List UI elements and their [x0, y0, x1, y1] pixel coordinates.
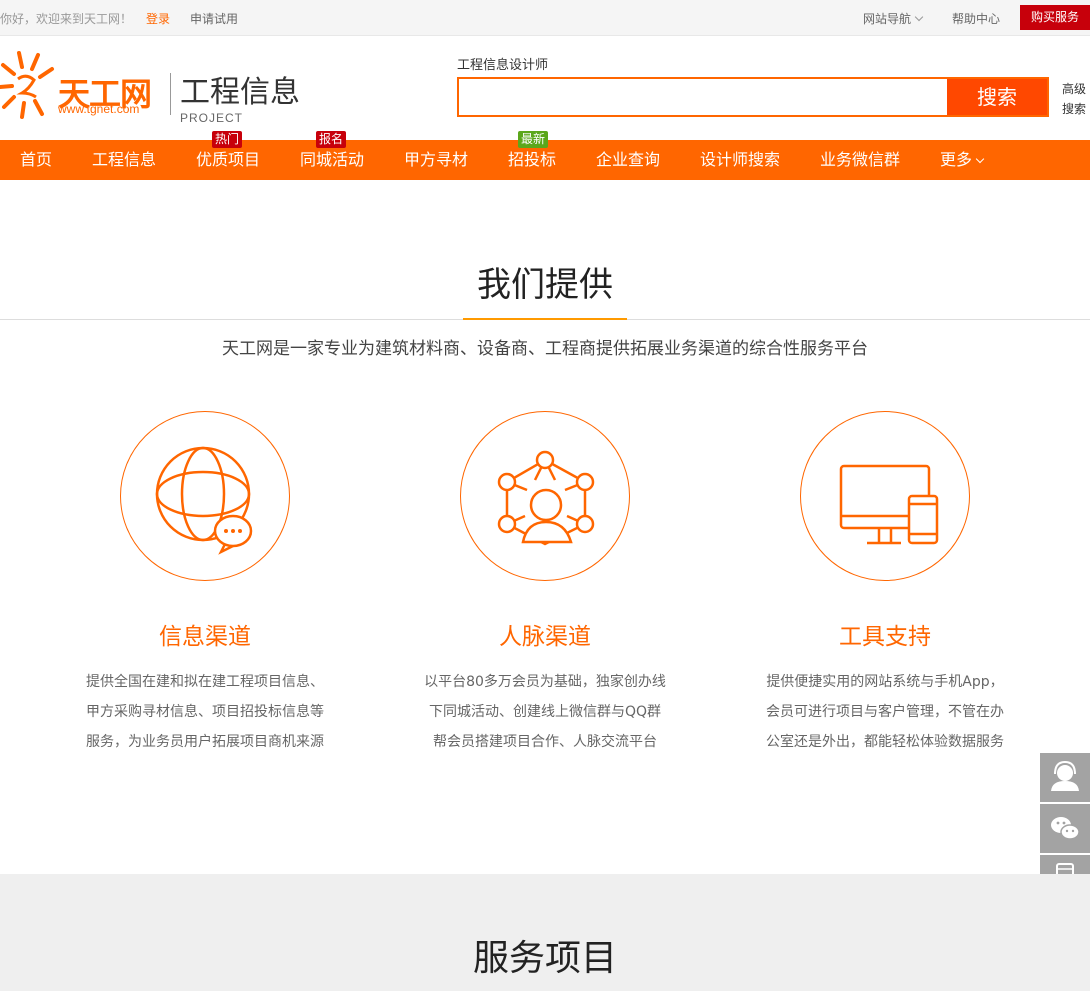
nav-item-label: 招投标 [508, 150, 557, 169]
nav-item-label: 同城活动 [300, 150, 365, 169]
customer-service-button[interactable] [1040, 753, 1090, 802]
search-button[interactable]: 搜索 [947, 79, 1047, 115]
nav-item-wechat-groups[interactable]: 业务微信群 [820, 140, 900, 180]
feature-icon-circle [800, 411, 970, 581]
chevron-down-icon [914, 12, 924, 22]
feature-title: 信息渠道 [159, 624, 251, 650]
advanced-search-link[interactable]: 高级搜索 [1062, 79, 1090, 119]
description-line: 会员可进行项目与客户管理，不管在办 [766, 704, 1004, 720]
nav-item-home[interactable]: 首页 [20, 140, 52, 180]
top-bar: 你好，欢迎来到天工网！ 登录 申请试用 网站导航 帮助中心 购买服务 [0, 0, 1090, 36]
globe-chat-icon [155, 446, 253, 555]
nav-item-material-sourcing[interactable]: 甲方寻材 [404, 140, 468, 180]
description-line: 帮会员搭建项目合作、人脉交流平台 [433, 734, 657, 750]
signup-badge: 报名 [316, 131, 347, 148]
description-line: 提供全国在建和拟在建工程项目信息、 [86, 674, 324, 690]
site-nav-menu[interactable]: 网站导航 [863, 10, 924, 27]
wechat-icon [1051, 817, 1080, 840]
nav-item-company-search[interactable]: 企业查询 [596, 140, 660, 180]
section-subtitle: 天工网是一家专业为建筑材料商、设备商、工程商提供拓展业务渠道的综合性服务平台 [222, 339, 868, 359]
header: 天工网 www.tgnet.com 工程信息 PROJECT 工程信息设计师 搜… [0, 37, 1090, 140]
feature-icon-circle [460, 411, 630, 581]
feature-description: 提供便捷实用的网站系统与手机App， 会员可进行项目与客户管理，不管在办 公室还… [715, 667, 1055, 757]
customer-service-icon [1051, 760, 1079, 791]
wechat-button[interactable] [1040, 804, 1090, 853]
search-box: 搜索 [457, 77, 1049, 117]
services-section: 服务项目 [0, 874, 1090, 991]
description-line: 服务，为业务员用户拓展项目商机来源 [86, 734, 324, 750]
network-people-icon [497, 450, 595, 546]
feature-description: 以平台80多万会员为基础，独家创办线 下同城活动、创建线上微信群与QQ群 帮会员… [375, 667, 715, 757]
description-line: 甲方采购寻材信息、项目招投标信息等 [86, 704, 324, 720]
search-input[interactable] [459, 79, 949, 115]
feature-title: 工具支持 [839, 624, 931, 650]
nav-item-label: 更多 [940, 150, 973, 169]
nav-item-designer-search[interactable]: 设计师搜索 [700, 140, 780, 180]
brand-url: www.tgnet.com [58, 102, 140, 116]
site-nav-label: 网站导航 [863, 12, 912, 26]
devices-icon [839, 464, 939, 545]
services-title: 服务项目 [472, 938, 617, 979]
logo-divider [170, 73, 171, 115]
product-title: 工程信息 [180, 75, 300, 110]
login-link[interactable]: 登录 [146, 10, 170, 27]
feature-title: 人脉渠道 [499, 624, 591, 650]
product-subtitle: PROJECT [180, 111, 244, 125]
greeting-text: 你好，欢迎来到天工网！ [0, 12, 133, 26]
trial-link[interactable]: 申请试用 [190, 10, 238, 27]
new-badge: 最新 [518, 131, 549, 148]
section-divider-accent [463, 318, 627, 320]
help-center-link[interactable]: 帮助中心 [952, 10, 1000, 27]
description-line: 提供便捷实用的网站系统与手机App， [766, 674, 1004, 690]
nav-item-quality-projects[interactable]: 优质项目 热门 [196, 131, 261, 180]
feature-description: 提供全国在建和拟在建工程项目信息、 甲方采购寻材信息、项目招投标信息等 服务，为… [35, 667, 375, 757]
buy-service-button[interactable]: 购买服务 [1020, 5, 1090, 30]
site-logo[interactable]: 天工网 www.tgnet.com 工程信息 PROJECT [0, 49, 310, 125]
sun-logo-icon [0, 51, 54, 119]
nav-item-label: 优质项目 [196, 150, 261, 169]
nav-item-local-events[interactable]: 同城活动 报名 [300, 131, 365, 180]
description-line: 下同城活动、创建线上微信群与QQ群 [428, 704, 662, 720]
nav-item-project-info[interactable]: 工程信息 [92, 140, 156, 180]
description-line: 以平台80多万会员为基础，独家创办线 [424, 674, 666, 690]
nav-item-more[interactable]: 更多 [940, 140, 985, 180]
section-title: 我们提供 [477, 265, 613, 305]
description-line: 公室还是外出，都能轻松体验数据服务 [766, 734, 1004, 750]
main-nav: 首页 工程信息 优质项目 热门 同城活动 报名 甲方寻材 招投标 最新 企业查询… [0, 131, 1090, 180]
hot-badge: 热门 [212, 131, 243, 148]
chevron-down-icon [975, 154, 985, 164]
search-hint[interactable]: 工程信息设计师 [457, 54, 548, 73]
feature-icon-circle [120, 411, 290, 581]
nav-item-bidding[interactable]: 招投标 最新 [508, 131, 557, 180]
